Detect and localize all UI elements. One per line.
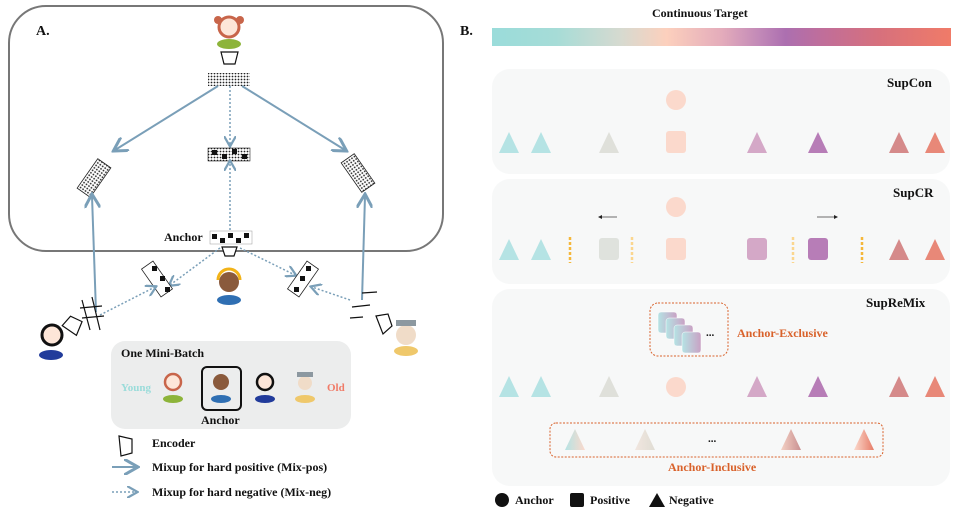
negative-triangle	[889, 376, 909, 397]
exclusive-ellipsis: ...	[706, 327, 715, 339]
positive-square	[599, 238, 619, 260]
arrow-head-icon	[598, 215, 602, 219]
negative-triangle	[747, 376, 767, 397]
negative-legend-icon	[649, 493, 665, 507]
legend-anchor-label: Anchor	[515, 493, 554, 507]
anchor-exclusive-label: Anchor-Exclusive	[737, 326, 828, 340]
negative-triangle	[499, 239, 519, 260]
negative-triangle	[531, 239, 551, 260]
anchor-circle	[666, 197, 686, 217]
positive-legend-icon	[570, 493, 584, 507]
positive-square	[747, 238, 767, 260]
negative-triangle	[808, 132, 828, 153]
anchor-inclusive-box	[549, 422, 884, 458]
negative-triangle	[889, 239, 909, 260]
mixed-negative-triangle	[635, 429, 655, 450]
inclusive-ellipsis: ...	[708, 433, 717, 445]
negative-triangle	[499, 132, 519, 153]
negative-triangle	[599, 376, 619, 397]
anchor-circle	[666, 90, 686, 110]
anchor-inclusive-label: Anchor-Inclusive	[668, 460, 757, 474]
arrow-head-icon	[834, 215, 838, 219]
mixed-negative-triangle	[854, 429, 874, 450]
negative-triangle	[747, 132, 767, 153]
negative-triangle	[808, 376, 828, 397]
anchor-legend-icon	[495, 493, 509, 507]
negative-triangle	[889, 132, 909, 153]
negative-triangle	[925, 239, 945, 260]
negative-triangle	[599, 132, 619, 153]
negative-triangle	[531, 376, 551, 397]
anchor-circle	[666, 377, 686, 397]
negative-triangle	[925, 376, 945, 397]
negative-triangle	[531, 132, 551, 153]
positive-square	[808, 238, 828, 260]
mixed-negative-triangle	[781, 429, 801, 450]
positive-square	[666, 238, 686, 260]
negative-triangle	[499, 376, 519, 397]
negative-triangle	[925, 132, 945, 153]
positive-square	[666, 131, 686, 153]
panel-b-shapes	[495, 90, 945, 507]
mixed-negative-triangle	[565, 429, 585, 450]
legend-positive-label: Positive	[590, 493, 630, 507]
legend-negative-label: Negative	[669, 493, 714, 507]
mixed-positive-square	[681, 331, 702, 354]
